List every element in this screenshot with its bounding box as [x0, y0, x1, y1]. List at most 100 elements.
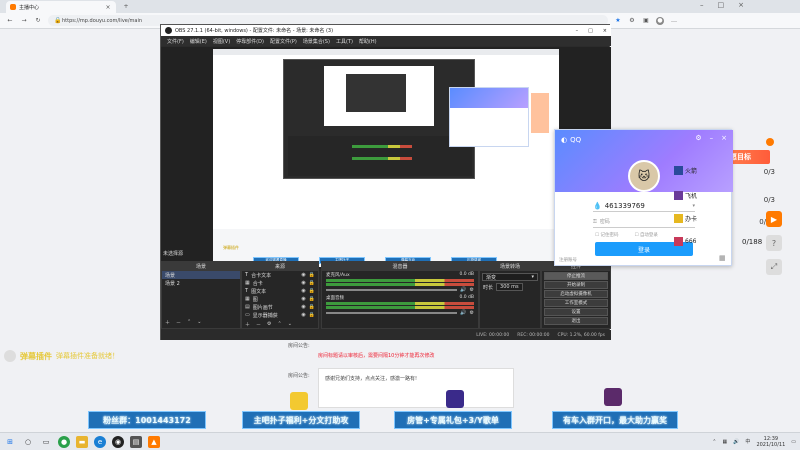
qq-account-field[interactable]: 💧 461339769 ▾ — [593, 200, 695, 212]
collections-icon[interactable]: ▣ — [642, 17, 650, 25]
virtual-camera-button[interactable]: 启动虚拟摄像机 — [544, 290, 608, 298]
menu-view[interactable]: 视图(V) — [213, 38, 230, 45]
maximize-icon[interactable]: □ — [718, 1, 725, 9]
profile-icon[interactable]: ● — [656, 16, 664, 25]
gear-icon[interactable]: ⚙ — [470, 310, 474, 316]
qq-avatar[interactable]: 🐱 — [628, 160, 660, 192]
obs-preview[interactable]: 弹幕插件 欢迎观看直播 主吧扑子 弹幕互动 礼物感谢 — [161, 47, 611, 269]
help-icon[interactable]: ? — [766, 235, 782, 251]
eye-icon[interactable]: ◉ — [301, 272, 305, 278]
move-down-icon[interactable]: ⌄ — [288, 321, 292, 327]
speaker-icon[interactable]: 🔊 — [460, 287, 466, 293]
new-tab-button[interactable]: + — [122, 2, 130, 10]
qr-code-icon[interactable]: ▦ — [719, 254, 726, 262]
edge-icon[interactable]: e — [94, 435, 106, 448]
more-icon[interactable]: … — [670, 17, 678, 25]
extension-icon[interactable]: ⚙ — [628, 17, 636, 25]
source-item[interactable]: ▦ 合卡 ◉ 🔒 — [242, 279, 318, 287]
lock-source-icon[interactable]: 🔒 — [309, 272, 315, 278]
minimize-icon[interactable]: – — [700, 1, 704, 9]
menu-docks[interactable]: 停靠部件(D) — [236, 38, 264, 45]
menu-edit[interactable]: 编辑(E) — [190, 38, 207, 45]
refresh-icon[interactable]: ↻ — [34, 17, 42, 25]
menu-profile[interactable]: 配置文件(P) — [270, 38, 297, 45]
gear-icon[interactable]: ⚙ — [267, 321, 271, 327]
forward-icon[interactable]: → — [20, 17, 28, 25]
expand-icon[interactable]: ⤢ — [766, 259, 782, 275]
audio-meter — [326, 279, 474, 282]
source-item[interactable]: ▦ 图 ◉ 🔒 — [242, 295, 318, 303]
menu-help[interactable]: 帮助(H) — [359, 38, 377, 45]
obs-minimize-icon[interactable]: – — [576, 28, 579, 34]
move-up-icon[interactable]: ⌃ — [187, 319, 191, 325]
exit-button[interactable]: 退出 — [544, 317, 608, 325]
scene-item[interactable]: 场景 2 — [162, 279, 240, 287]
lock-source-icon[interactable]: 🔒 — [309, 296, 315, 302]
obs-taskbar-icon[interactable]: ◉ — [112, 435, 124, 448]
network-icon[interactable]: ▦ — [722, 439, 727, 445]
lock-source-icon[interactable]: 🔒 — [309, 304, 315, 310]
play-icon[interactable]: ▶ — [766, 211, 782, 227]
qq-minimize-icon[interactable]: – — [710, 134, 714, 142]
eye-icon[interactable]: ◉ — [301, 280, 305, 286]
scene-item[interactable]: 场景 — [162, 271, 240, 279]
start-recording-button[interactable]: 开始录制 — [544, 281, 608, 289]
close-icon[interactable]: × — [104, 3, 112, 11]
menu-tools[interactable]: 工具(T) — [336, 38, 353, 45]
studio-mode-button[interactable]: 工作室模式 — [544, 299, 608, 307]
qq-settings-icon[interactable]: ⚙ — [695, 134, 701, 142]
move-up-icon[interactable]: ⌃ — [278, 321, 282, 327]
eye-icon[interactable]: ◉ — [301, 304, 305, 310]
add-source-icon[interactable]: ＋ — [245, 321, 250, 328]
window-controls: – □ × — [700, 1, 744, 9]
speaker-icon[interactable]: 🔊 — [460, 310, 466, 316]
volume-slider[interactable] — [326, 289, 458, 291]
search-icon[interactable]: ○ — [22, 436, 34, 448]
source-item[interactable]: ▤ 图片画节 ◉ 🔒 — [242, 303, 318, 311]
back-icon[interactable]: ← — [6, 17, 14, 25]
source-item[interactable]: T 合卡文本 ◉ 🔒 — [242, 271, 318, 279]
eye-icon[interactable]: ◉ — [301, 312, 305, 318]
source-item[interactable]: ▭ 显示器捕获 ◉ 🔒 — [242, 311, 318, 319]
notice-box[interactable]: 感谢兄弟们支持，点点关注，感激一路有! — [318, 368, 514, 408]
move-down-icon[interactable]: ⌄ — [197, 319, 201, 325]
remove-scene-icon[interactable]: － — [176, 319, 181, 326]
obs-maximize-icon[interactable]: □ — [588, 28, 593, 34]
volume-icon[interactable]: 🔊 — [733, 439, 739, 445]
notification-icon[interactable]: ▭ — [791, 439, 796, 445]
file-explorer-icon[interactable]: ▬ — [76, 435, 88, 448]
app-taskbar-icon[interactable]: ▤ — [130, 435, 142, 448]
settings-button[interactable]: 设置 — [544, 308, 608, 316]
browser-tab[interactable]: 主播中心 × — [6, 1, 116, 13]
douyu-taskbar-icon[interactable]: ▲ — [148, 435, 160, 448]
remove-source-icon[interactable]: － — [256, 321, 261, 328]
qq-register-link[interactable]: 注册账号 — [559, 257, 577, 263]
stop-streaming-button[interactable]: 停止推流 — [544, 272, 608, 280]
lock-source-icon[interactable]: 🔒 — [309, 280, 315, 286]
menu-scene-collection[interactable]: 场景集合(S) — [303, 38, 330, 45]
star-icon[interactable]: ★ — [614, 17, 622, 25]
add-scene-icon[interactable]: ＋ — [165, 319, 170, 326]
source-item[interactable]: T 图文本 ◉ 🔒 — [242, 287, 318, 295]
windows-start-icon[interactable]: ⊞ — [4, 436, 16, 448]
ime-icon[interactable]: 中 — [745, 438, 750, 445]
task-view-icon[interactable]: ▭ — [40, 436, 52, 448]
gear-icon[interactable]: ⚙ — [470, 287, 474, 293]
volume-slider[interactable] — [326, 312, 458, 314]
obs-close-icon[interactable]: × — [603, 28, 607, 34]
qq-close-icon[interactable]: × — [721, 134, 727, 142]
close-window-icon[interactable]: × — [738, 1, 744, 9]
eye-icon[interactable]: ◉ — [301, 288, 305, 294]
chevron-down-icon[interactable]: ▾ — [692, 203, 695, 209]
transition-select[interactable]: 渐变 ▾ — [482, 273, 538, 281]
tray-arrow-icon[interactable]: ⌃ — [712, 439, 716, 445]
auto-login-checkbox[interactable]: ☐ 自动登录 — [634, 232, 657, 238]
chrome-icon[interactable]: ● — [58, 435, 70, 448]
clock[interactable]: 12:39 2021/10/11 — [756, 436, 785, 448]
lock-source-icon[interactable]: 🔒 — [309, 312, 315, 318]
menu-file[interactable]: 文件(F) — [167, 38, 184, 45]
remember-checkbox[interactable]: ☐ 记住密码 — [595, 232, 618, 238]
duration-input[interactable]: 300 ms — [496, 283, 523, 291]
lock-source-icon[interactable]: 🔒 — [309, 288, 315, 294]
eye-icon[interactable]: ◉ — [301, 296, 305, 302]
